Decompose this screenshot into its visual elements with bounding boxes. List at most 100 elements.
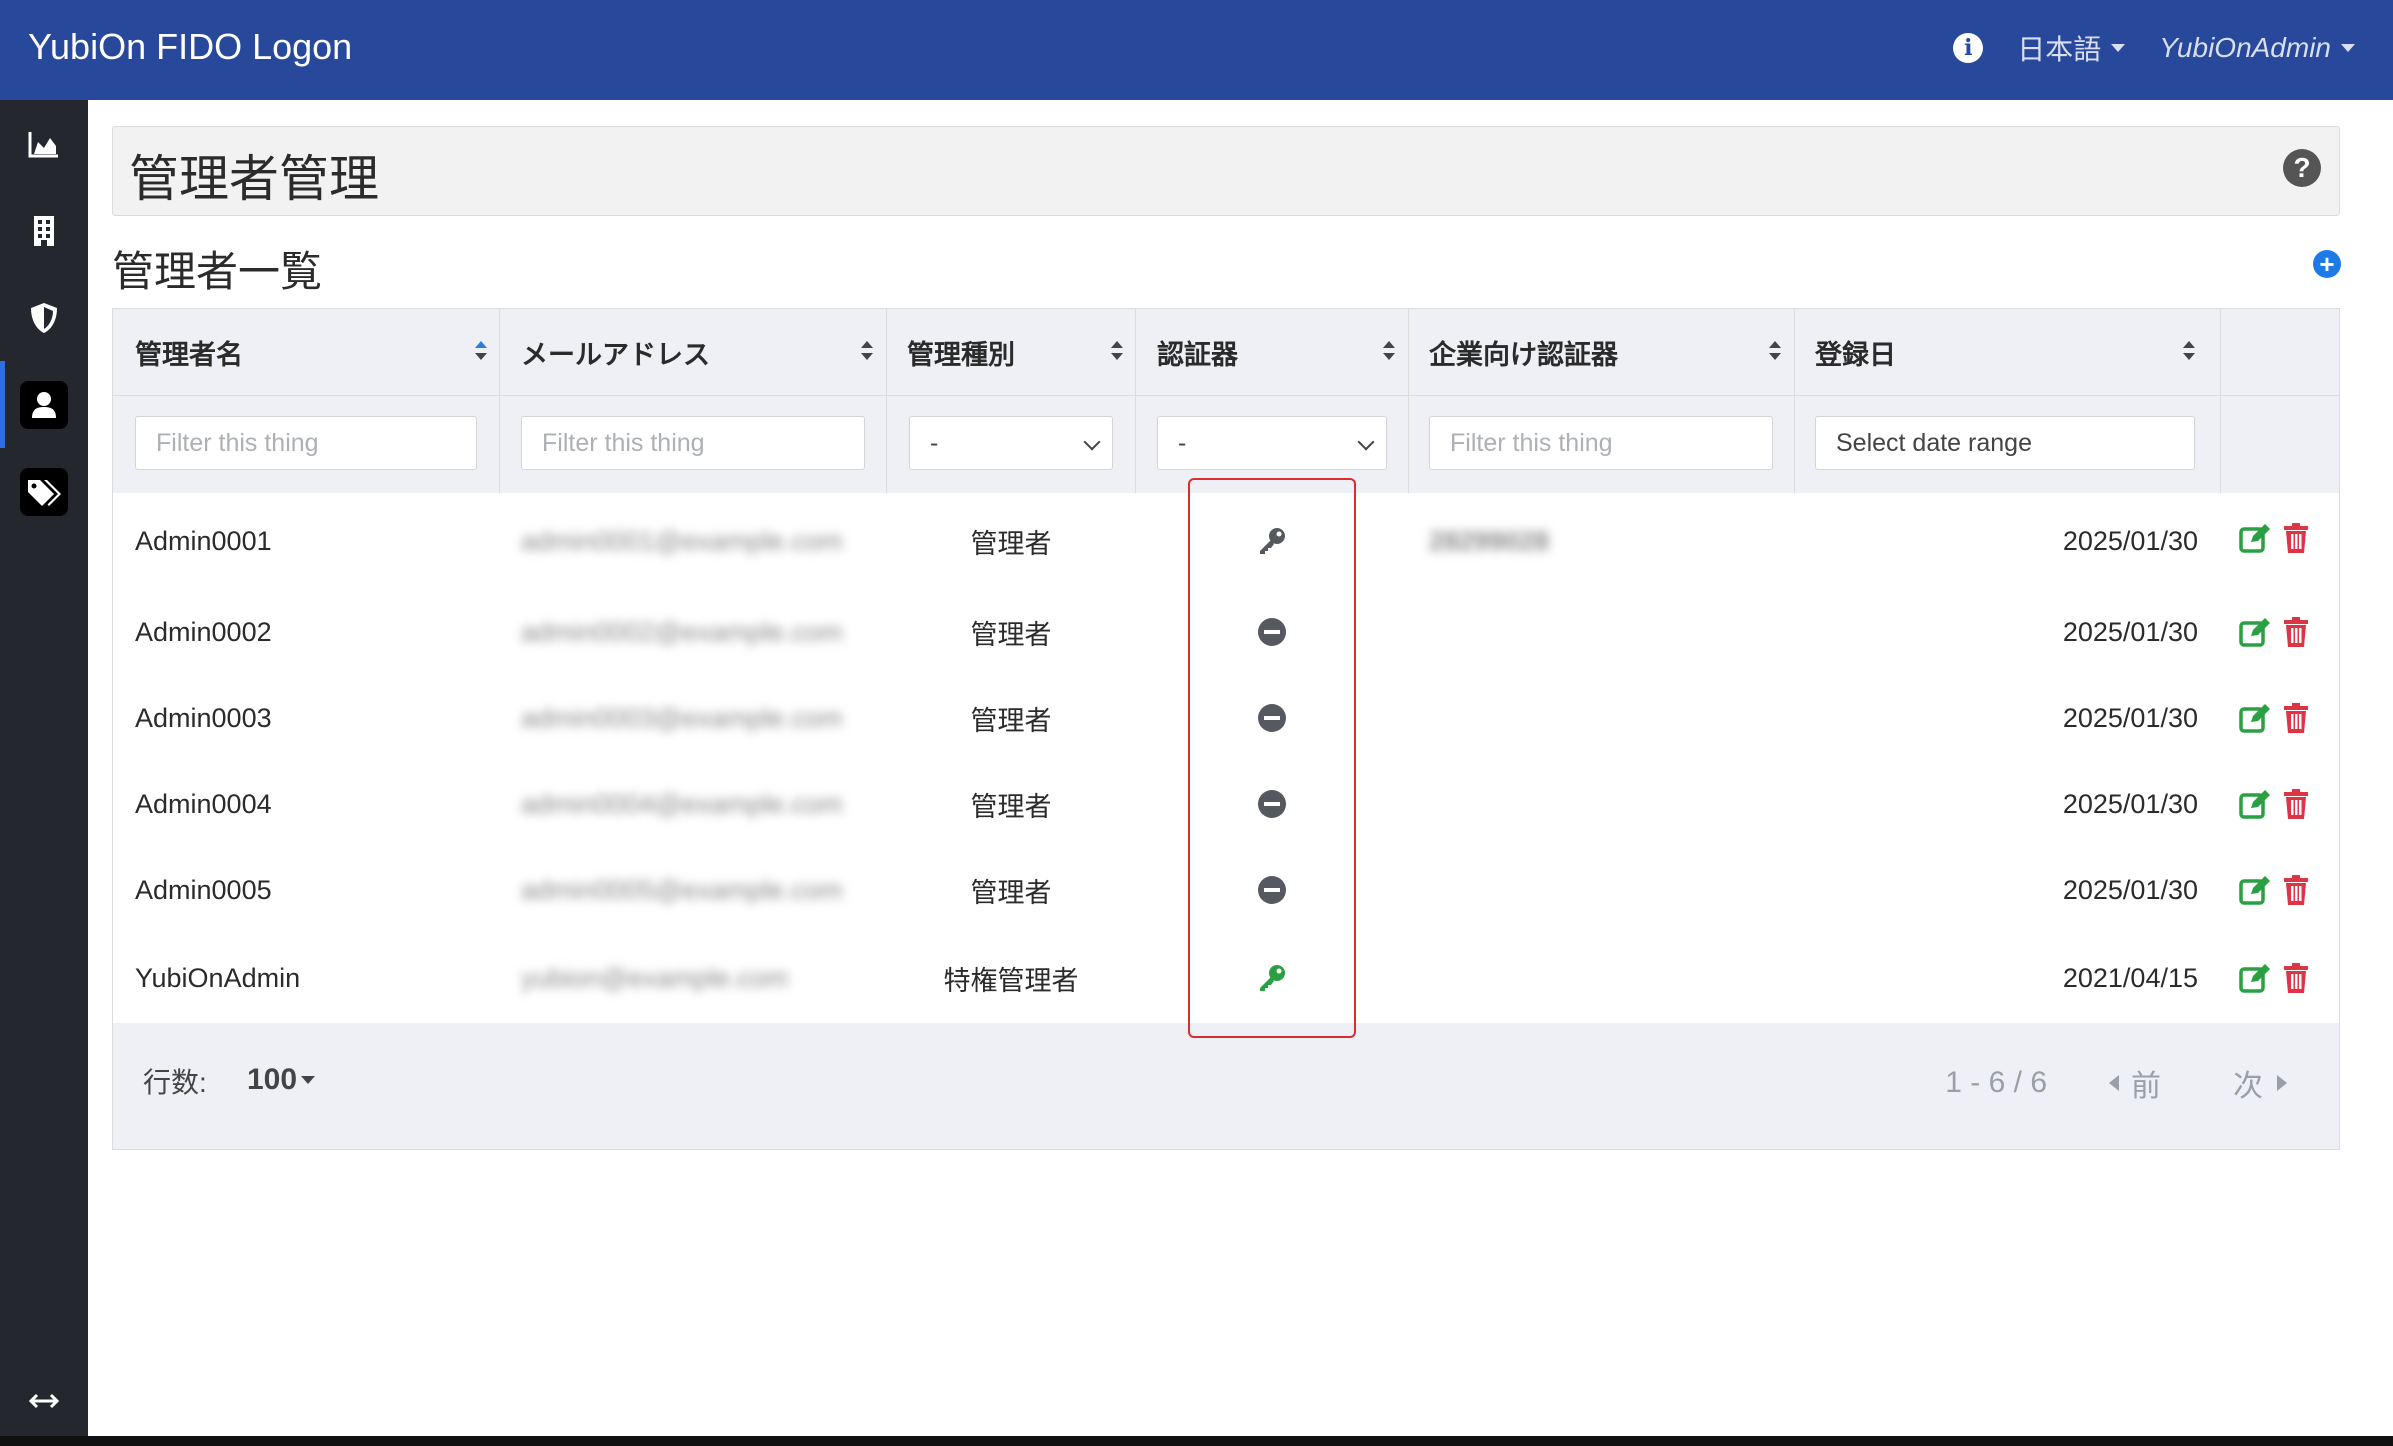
registered-date: 2021/04/15: [2062, 962, 2198, 993]
rows-per-page-label: 行数:: [143, 1067, 207, 1098]
header-authenticator[interactable]: 認証器: [1157, 309, 1407, 395]
admin-type: 管理者: [970, 528, 1052, 559]
page-header: 管理者管理 ?: [112, 126, 2340, 216]
row-actions: [2239, 875, 2309, 905]
header-admin-name[interactable]: 管理者名: [135, 309, 499, 395]
admin-name[interactable]: YubiOnAdmin: [135, 933, 300, 1023]
filter-email[interactable]: Filter this thing: [521, 416, 865, 470]
admin-name[interactable]: Admin0003: [135, 675, 272, 761]
chevron-down-icon: [1083, 433, 1101, 451]
edit-icon[interactable]: [2239, 963, 2271, 993]
rows-per-page-value: 100: [247, 1063, 298, 1096]
table-header: 管理者名 メールアドレス 管理種別 認証器 企業向け認証器 登録日 Filter…: [113, 309, 2339, 494]
sort-icon[interactable]: [1111, 341, 1123, 363]
trash-icon[interactable]: [2283, 703, 2309, 733]
row-actions: [2239, 789, 2309, 819]
prev-label: 前: [2131, 1070, 2161, 1103]
admin-type: 管理者: [970, 619, 1052, 650]
admin-type: 管理者: [970, 877, 1052, 908]
registered-date: 2025/01/30: [2062, 525, 2198, 556]
filter-authenticator-select[interactable]: -: [1157, 416, 1387, 470]
trash-icon[interactable]: [2283, 875, 2309, 905]
sidebar-icon-box: [20, 380, 68, 429]
language-label: 日本語: [2017, 34, 2102, 65]
edit-icon[interactable]: [2239, 523, 2271, 553]
edit-icon[interactable]: [2239, 617, 2271, 647]
sort-icon[interactable]: [861, 341, 873, 363]
admin-email: admin0004@example.com: [521, 788, 843, 819]
sort-icon[interactable]: [2183, 341, 2195, 363]
admin-name[interactable]: Admin0001: [135, 493, 272, 589]
rows-per-page-select[interactable]: 100: [247, 1063, 316, 1097]
shield-icon: [31, 302, 57, 333]
trash-icon[interactable]: [2283, 523, 2309, 553]
header-registered-date[interactable]: 登録日: [1815, 309, 2207, 395]
sidebar-toggle[interactable]: [0, 1366, 88, 1436]
sidebar: [0, 100, 88, 1436]
sidebar-icon-box: [20, 467, 68, 516]
admin-type: 管理者: [970, 791, 1052, 822]
trash-icon[interactable]: [2283, 963, 2309, 993]
select-value: -: [1178, 428, 1187, 457]
header-label: メールアドレス: [521, 339, 710, 370]
registered-date: 2025/01/30: [2062, 702, 2198, 733]
admin-type: 管理者: [970, 705, 1052, 736]
admin-email: yubion@example.com: [521, 962, 789, 993]
sidebar-item-dashboard[interactable]: [0, 100, 88, 187]
header-label: 登録日: [1815, 339, 1896, 370]
chevron-down-icon: [2341, 44, 2355, 52]
help-icon[interactable]: ?: [2283, 149, 2321, 187]
sidebar-item-admins[interactable]: [0, 361, 88, 448]
filter-admin-name[interactable]: Filter this thing: [135, 416, 477, 470]
app-title[interactable]: YubiOn FIDO Logon: [28, 26, 352, 68]
chevron-down-icon: [1357, 433, 1375, 451]
trash-icon[interactable]: [2283, 789, 2309, 819]
admin-name[interactable]: Admin0002: [135, 589, 272, 675]
user-icon: [32, 391, 56, 418]
edit-icon[interactable]: [2239, 703, 2271, 733]
filter-date-range[interactable]: Select date range: [1815, 416, 2195, 470]
area-chart-icon: [28, 131, 58, 157]
language-dropdown[interactable]: 日本語: [2017, 28, 2126, 68]
trash-icon[interactable]: [2283, 617, 2309, 647]
user-dropdown[interactable]: YubiOnAdmin: [2159, 32, 2355, 64]
admin-type: 特権管理者: [943, 965, 1079, 996]
section-title: 管理者一覧: [112, 248, 323, 295]
next-label: 次: [2233, 1070, 2263, 1103]
next-page-button[interactable]: 次: [2233, 1061, 2287, 1105]
sort-icon[interactable]: [1769, 341, 1781, 363]
sidebar-item-organization[interactable]: [0, 187, 88, 274]
user-label: YubiOnAdmin: [2159, 32, 2331, 63]
page-title: 管理者管理: [129, 151, 379, 207]
expand-arrows-icon: [29, 1393, 59, 1409]
admin-name[interactable]: Admin0004: [135, 761, 272, 847]
header-email[interactable]: メールアドレス: [521, 309, 885, 395]
table-footer: 行数: 100 1 - 6 / 6 前 次: [113, 1023, 2339, 1149]
header-label: 管理種別: [907, 339, 1015, 370]
caret-left-icon: [2109, 1075, 2119, 1091]
top-navbar: YubiOn FIDO Logon i 日本語 YubiOnAdmin: [0, 0, 2393, 100]
edit-icon[interactable]: [2239, 875, 2271, 905]
filter-enterprise-authenticator[interactable]: Filter this thing: [1429, 416, 1773, 470]
edit-icon[interactable]: [2239, 789, 2271, 819]
prev-page-button[interactable]: 前: [2109, 1061, 2161, 1105]
sort-icon[interactable]: [475, 341, 487, 363]
building-icon: [34, 215, 54, 246]
admin-email: admin0002@example.com: [521, 616, 843, 647]
admin-name[interactable]: Admin0005: [135, 847, 272, 933]
header-label: 企業向け認証器: [1429, 339, 1618, 370]
registered-date: 2025/01/30: [2062, 616, 2198, 647]
header-admin-type[interactable]: 管理種別: [907, 309, 1135, 395]
registered-date: 2025/01/30: [2062, 788, 2198, 819]
add-admin-button[interactable]: +: [2313, 250, 2341, 278]
info-icon[interactable]: i: [1953, 33, 1984, 63]
tags-icon: [28, 479, 61, 506]
admin-email: admin0003@example.com: [521, 702, 843, 733]
sort-icon[interactable]: [1383, 341, 1395, 363]
sidebar-item-tags[interactable]: [0, 448, 88, 535]
enterprise-authenticator: 28299028: [1429, 525, 1550, 556]
sidebar-item-security[interactable]: [0, 274, 88, 361]
filter-admin-type-select[interactable]: -: [909, 416, 1113, 470]
page-range: 1 - 6 / 6: [1945, 1066, 2047, 1099]
header-enterprise-authenticator[interactable]: 企業向け認証器: [1429, 309, 1793, 395]
